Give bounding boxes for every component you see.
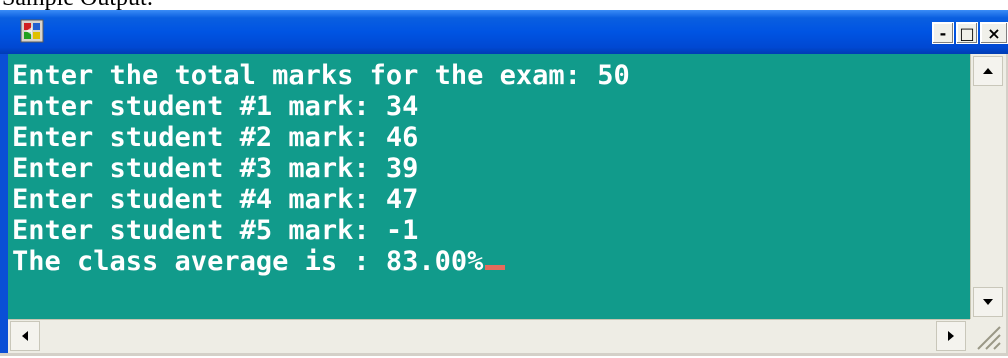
console-line: The class average is : 83.00% [12, 246, 484, 277]
console-line: Enter student #5 mark: -1 [12, 215, 419, 246]
minimize-icon: - [939, 23, 947, 43]
resize-grip-icon [977, 326, 1001, 350]
console-line: Enter the total marks for the exam: 50 [12, 60, 630, 91]
arrow-up-icon [983, 68, 993, 74]
resize-grip[interactable] [970, 319, 1006, 353]
console-line: Enter student #2 mark: 46 [12, 122, 419, 153]
vertical-scrollbar[interactable] [970, 54, 1006, 319]
text-cursor [485, 265, 506, 270]
scroll-up-button[interactable] [973, 56, 1003, 86]
horizontal-scrollbar[interactable] [8, 319, 970, 353]
console-app-icon[interactable] [20, 19, 44, 43]
arrow-left-icon [22, 331, 28, 341]
scroll-left-button[interactable] [10, 321, 40, 351]
window-left-border [0, 54, 8, 356]
console-output-area[interactable]: Enter the total marks for the exam: 50 E… [8, 54, 970, 319]
scroll-right-button[interactable] [936, 321, 966, 351]
arrow-down-icon [983, 299, 993, 305]
console-line: Enter student #3 mark: 39 [12, 153, 419, 184]
maximize-icon: □ [959, 23, 975, 43]
console-window: - □ × Enter the total marks for the exam… [0, 10, 1008, 356]
maximize-button[interactable]: □ [956, 22, 978, 44]
title-bar[interactable]: - □ × [0, 10, 1008, 54]
scroll-down-button[interactable] [973, 287, 1003, 317]
close-icon: × [987, 23, 1001, 43]
arrow-right-icon [948, 331, 954, 341]
page-caption: Sample Output: [2, 0, 153, 10]
close-button[interactable]: × [980, 22, 1008, 44]
console-line: Enter student #4 mark: 47 [12, 184, 419, 215]
console-line: Enter student #1 mark: 34 [12, 91, 419, 122]
minimize-button[interactable]: - [932, 22, 954, 44]
